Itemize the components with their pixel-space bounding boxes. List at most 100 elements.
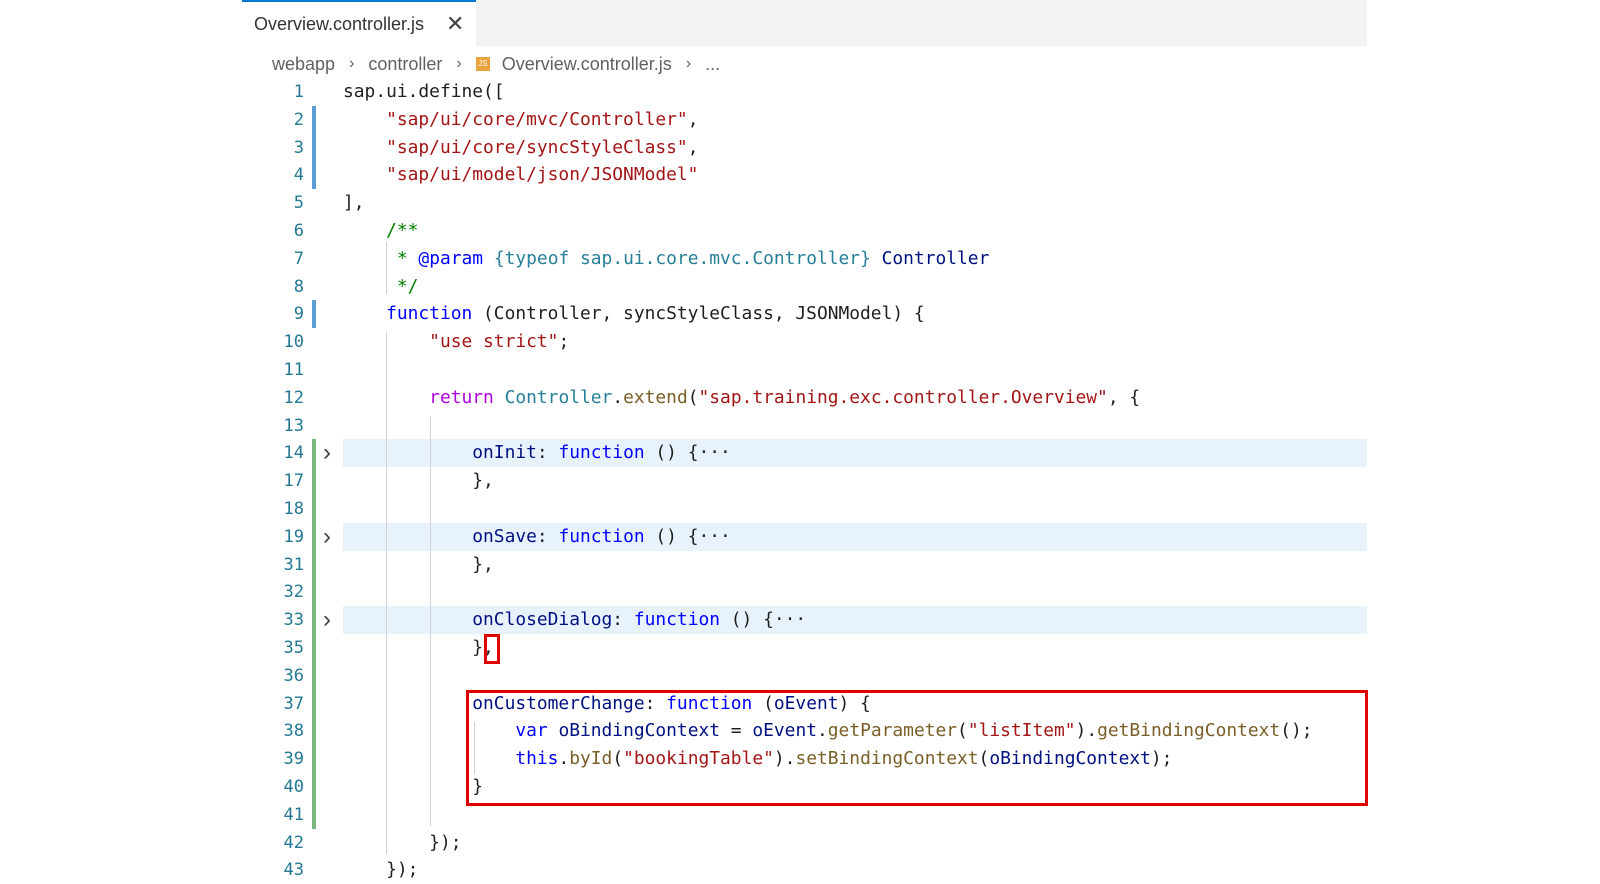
change-indicator[interactable]	[312, 467, 316, 496]
code-text: "sap/ui/core/mvc/Controller",	[343, 106, 698, 134]
code-token: },	[343, 553, 494, 575]
chevron-right-icon: ›	[685, 55, 692, 72]
code-text: "sap/ui/model/json/JSONModel"	[343, 161, 698, 189]
tab-overview-controller[interactable]: Overview.controller.js ✕	[242, 0, 476, 46]
chevron-right-icon[interactable]: ›	[323, 606, 331, 634]
line-number: 4	[293, 165, 304, 186]
code-line[interactable]: 18	[0, 495, 1600, 523]
code-token: "sap/ui/core/mvc/Controller"	[386, 108, 688, 130]
change-indicator[interactable]	[312, 578, 316, 607]
chevron-right-icon[interactable]: ›	[323, 439, 331, 467]
line-number: 42	[283, 832, 304, 853]
code-token: (	[687, 386, 699, 408]
code-token: /**	[386, 220, 419, 241]
change-indicator[interactable]	[312, 773, 316, 801]
code-line[interactable]: 35 },	[0, 634, 1600, 662]
code-text: function (Controller, syncStyleClass, JS…	[343, 300, 925, 328]
code-text: },	[343, 551, 494, 579]
breadcrumb-controller[interactable]: controller	[368, 54, 442, 75]
line-number: 5	[293, 193, 304, 214]
code-line[interactable]: 32	[0, 578, 1600, 607]
code-line[interactable]: 1 sap.ui.define([	[0, 78, 1600, 106]
code-line[interactable]: 5],	[0, 189, 1600, 217]
change-indicator[interactable]	[312, 105, 316, 134]
line-number: 6	[293, 221, 304, 241]
line-number: 10	[283, 332, 304, 353]
change-indicator[interactable]	[312, 745, 316, 774]
line-number: 14	[283, 443, 304, 464]
code-token: ···	[698, 442, 731, 464]
change-indicator[interactable]	[312, 522, 316, 551]
change-indicator[interactable]	[312, 634, 316, 662]
code-text: * @param {typeof sap.ui.core.mvc.Control…	[343, 245, 989, 273]
code-line[interactable]: 10 "use strict";	[0, 328, 1600, 356]
code-token: onSave	[472, 525, 537, 547]
code-line[interactable]: 7 * @param {typeof sap.ui.core.mvc.Contr…	[0, 245, 1600, 273]
change-indicator[interactable]	[312, 300, 316, 329]
line-number: 12	[283, 387, 304, 408]
code-token: , {	[1107, 386, 1141, 408]
code-line[interactable]: 31 },	[0, 550, 1600, 579]
code-token: *	[386, 247, 419, 269]
code-line[interactable]: 42 });	[0, 829, 1600, 857]
change-indicator[interactable]	[312, 606, 316, 635]
code-line[interactable]: 4 "sap/ui/model/json/JSONModel"	[0, 161, 1600, 190]
line-number: 43	[283, 860, 304, 881]
code-line[interactable]: 36	[0, 661, 1600, 690]
change-indicator[interactable]	[312, 161, 316, 190]
change-indicator[interactable]	[312, 133, 316, 162]
code-token: .	[612, 386, 624, 408]
code-line[interactable]: 3 "sap/ui/core/syncStyleClass",	[0, 133, 1600, 162]
line-number: 18	[283, 499, 304, 519]
code-text: return Controller.extend("sap.training.e…	[343, 384, 1140, 412]
line-number: 39	[283, 749, 304, 770]
breadcrumb-symbols[interactable]: ...	[705, 54, 720, 75]
change-indicator[interactable]	[312, 717, 316, 746]
code-line[interactable]: 9 function (Controller, syncStyleClass, …	[0, 300, 1600, 329]
chevron-right-icon: ›	[349, 55, 355, 72]
breadcrumb-file[interactable]: Overview.controller.js	[502, 54, 672, 75]
line-number: 7	[293, 248, 304, 269]
code-token: function	[558, 525, 645, 547]
change-indicator[interactable]	[312, 689, 316, 718]
code-line[interactable]: 2 "sap/ui/core/mvc/Controller",	[0, 105, 1600, 134]
code-line[interactable]: 6 /**	[0, 217, 1600, 245]
close-icon[interactable]: ✕	[446, 11, 464, 37]
code-line[interactable]: 8 */	[0, 273, 1600, 301]
annotation-box-oncustomerchange	[466, 690, 1368, 806]
code-line[interactable]: 12 return Controller.extend("sap.trainin…	[0, 384, 1600, 412]
change-indicator[interactable]	[312, 439, 316, 468]
line-number: 13	[283, 415, 304, 436]
code-line[interactable]: 33 › onCloseDialog: function () {···	[0, 606, 1600, 635]
code-text: "use strict";	[343, 328, 569, 356]
code-line[interactable]: 14 › onInit: function () {···	[0, 439, 1600, 468]
change-indicator[interactable]	[312, 495, 316, 523]
line-number: 31	[283, 554, 304, 575]
code-token: }	[343, 776, 484, 797]
code-token: ···	[773, 609, 807, 631]
change-indicator[interactable]	[312, 550, 316, 579]
code-text: });	[343, 856, 418, 884]
code-line[interactable]: 11	[0, 356, 1600, 384]
code-token: "sap.training.exc.controller.Overview"	[698, 386, 1108, 408]
breadcrumb-webapp[interactable]: webapp	[272, 54, 335, 75]
code-token: function	[386, 303, 473, 325]
chevron-right-icon[interactable]: ›	[323, 523, 331, 551]
code-token: });	[343, 831, 462, 853]
code-line[interactable]: 19 › onSave: function () {···	[0, 522, 1600, 551]
code-line[interactable]: 17 },	[0, 467, 1600, 496]
code-token: :	[536, 442, 559, 464]
code-text: /**	[343, 217, 418, 245]
code-line[interactable]: 13	[0, 412, 1600, 440]
code-token: () {	[644, 442, 699, 464]
code-line[interactable]: 43 });	[0, 856, 1600, 884]
change-indicator[interactable]	[312, 661, 316, 690]
line-number: 9	[293, 304, 304, 325]
tab-label: Overview.controller.js	[254, 14, 425, 34]
change-indicator[interactable]	[312, 800, 316, 829]
code-token: "sap/ui/core/syncStyleClass"	[386, 136, 688, 158]
